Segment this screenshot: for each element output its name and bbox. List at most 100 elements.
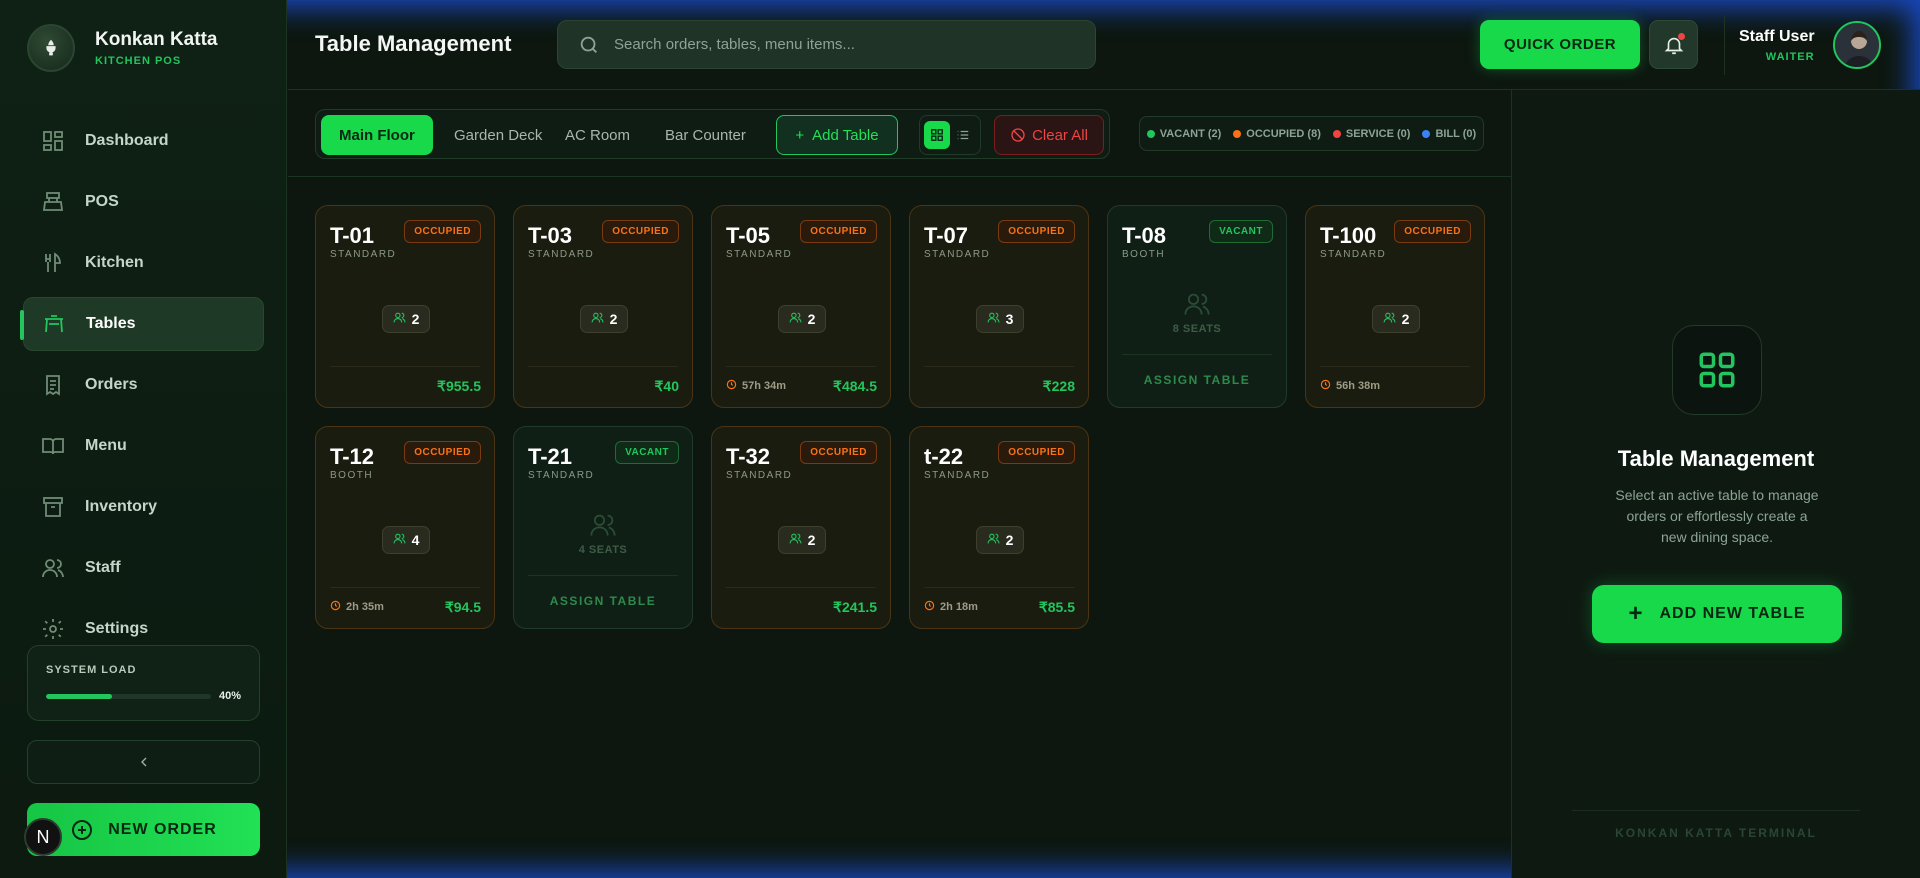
grid-icon: [1672, 325, 1762, 415]
system-load-label: SYSTEM LOAD: [46, 664, 137, 676]
guest-count-value: 3: [1005, 311, 1014, 327]
terminal-footer: KONKAN KATTA TERMINAL: [1615, 826, 1817, 840]
users-icon: [987, 532, 1000, 548]
list-view-button[interactable]: [950, 121, 976, 149]
table-card[interactable]: t-22 STANDARD OCCUPIED 2 2h 18m ₹85.5: [909, 426, 1089, 629]
panel-description: Select an active table to manage orders …: [1615, 487, 1819, 545]
sidebar-item-menu[interactable]: Menu: [23, 419, 264, 473]
toolbar-divider: [288, 176, 1511, 177]
brand[interactable]: Konkan Katta KITCHEN POS: [27, 24, 217, 72]
table-type: STANDARD: [924, 249, 991, 260]
table-card[interactable]: T-08 BOOTH VACANT 8 SEATS ASSIGN TABLE: [1107, 205, 1287, 408]
sidebar-item-pos[interactable]: POS: [23, 175, 264, 229]
sidebar-item-label: Orders: [85, 376, 138, 393]
quick-order-button[interactable]: QUICK ORDER: [1480, 20, 1640, 69]
sidebar-item-kitchen[interactable]: Kitchen: [23, 236, 264, 290]
user-role: WAITER: [1765, 50, 1815, 63]
book-icon: [42, 438, 64, 455]
assign-table-button[interactable]: ASSIGN TABLE: [514, 594, 692, 608]
table-card[interactable]: T-100 STANDARD OCCUPIED 2 56h 38m: [1305, 205, 1485, 408]
n-badge[interactable]: N: [24, 818, 62, 856]
cash-register-icon: [42, 192, 64, 211]
avatar[interactable]: [1832, 21, 1881, 69]
table-card[interactable]: T-05 STANDARD OCCUPIED 2 57h 34m ₹484.5: [711, 205, 891, 408]
table-id: t-22: [924, 444, 964, 469]
search-bar[interactable]: [557, 20, 1096, 69]
tab-ac-room[interactable]: AC Room: [547, 115, 648, 155]
table-type: STANDARD: [726, 249, 793, 260]
status-badge: OCCUPIED: [404, 220, 481, 243]
guest-count: 2: [778, 526, 826, 554]
bill-amount: ₹955.5: [437, 378, 481, 394]
sidebar-item-label: Kitchen: [85, 254, 144, 271]
table-card[interactable]: T-07 STANDARD OCCUPIED 3 ₹228: [909, 205, 1089, 408]
sidebar-item-dashboard[interactable]: Dashboard: [23, 114, 264, 168]
guest-count: 4: [382, 526, 430, 554]
notifications-button[interactable]: [1649, 20, 1698, 69]
guest-count-value: 2: [807, 311, 816, 327]
table-card[interactable]: T-01 STANDARD OCCUPIED 2 ₹955.5: [315, 205, 495, 408]
guest-count-value: 2: [1401, 311, 1410, 327]
card-divider: [924, 587, 1074, 588]
assign-table-button[interactable]: ASSIGN TABLE: [1108, 373, 1286, 387]
chevron-left-icon: [140, 757, 146, 767]
collapse-sidebar-button[interactable]: [27, 740, 260, 784]
status-badge: OCCUPIED: [998, 441, 1075, 464]
table-id: T-03: [528, 223, 573, 248]
users-icon: [987, 311, 1000, 327]
bill-amount: ₹241.5: [833, 599, 877, 615]
grid-icon: [931, 129, 943, 141]
elapsed-time: 2h 35m: [330, 600, 384, 614]
grid-view-button[interactable]: [924, 121, 950, 149]
table-card[interactable]: T-21 STANDARD VACANT 4 SEATS ASSIGN TABL…: [513, 426, 693, 629]
users-icon: [789, 311, 802, 327]
table-type: BOOTH: [330, 470, 374, 481]
card-divider: [1122, 354, 1272, 355]
plus-icon: +: [795, 126, 805, 144]
table-id: T-08: [1122, 223, 1167, 248]
table-icon: [45, 315, 63, 333]
sidebar-item-tables[interactable]: Tables: [20, 297, 264, 351]
user-profile[interactable]: Staff User WAITER: [1724, 15, 1881, 75]
card-divider: [924, 366, 1074, 367]
table-card[interactable]: T-12 BOOTH OCCUPIED 4 2h 35m ₹94.5: [315, 426, 495, 629]
detail-panel: Table Management Select an active table …: [1511, 90, 1920, 878]
system-load-bar: [46, 693, 211, 699]
card-divider: [330, 366, 480, 367]
table-type: STANDARD: [924, 470, 991, 481]
add-new-table-button[interactable]: + ADD NEW TABLE: [1592, 585, 1842, 643]
sidebar-item-label: Tables: [86, 315, 136, 332]
tab-garden-deck[interactable]: Garden Deck: [436, 115, 560, 155]
sidebar-item-orders[interactable]: Orders: [23, 358, 264, 412]
sidebar-item-inventory[interactable]: Inventory: [23, 480, 264, 534]
clear-all-button[interactable]: Clear All: [994, 115, 1104, 155]
card-divider: [726, 366, 876, 367]
elapsed-time-value: 57h 34m: [742, 380, 787, 392]
users-icon: [393, 532, 406, 548]
sidebar-item-staff[interactable]: Staff: [23, 541, 264, 595]
table-type: STANDARD: [1320, 249, 1387, 260]
add-table-button[interactable]: + Add Table: [776, 115, 898, 155]
add-table-label: Add Table: [812, 126, 879, 144]
clock-icon: [726, 379, 737, 393]
table-type: BOOTH: [1122, 249, 1166, 260]
status-badge: OCCUPIED: [998, 220, 1075, 243]
clear-all-label: Clear All: [1032, 126, 1088, 144]
tab-bar-counter[interactable]: Bar Counter: [647, 115, 764, 155]
system-load-value: 40%: [218, 690, 241, 702]
table-card[interactable]: T-03 STANDARD OCCUPIED 2 ₹40: [513, 205, 693, 408]
table-id: T-12: [330, 444, 375, 469]
table-card[interactable]: T-32 STANDARD OCCUPIED 2 ₹241.5: [711, 426, 891, 629]
search-input[interactable]: [614, 36, 1054, 53]
clock-icon: [1320, 379, 1331, 393]
guest-count: 3: [976, 305, 1024, 333]
table-type: STANDARD: [726, 470, 793, 481]
new-order-button[interactable]: NEW ORDER: [27, 803, 260, 856]
new-order-label: NEW ORDER: [108, 820, 217, 838]
legend-occupied: OCCUPIED (8): [1233, 128, 1321, 140]
status-badge: OCCUPIED: [800, 441, 877, 464]
view-toggle: [919, 115, 981, 155]
tab-main-floor[interactable]: Main Floor: [321, 115, 433, 155]
user-name: Staff User: [1739, 27, 1815, 45]
bill-amount: ₹85.5: [1038, 599, 1075, 615]
